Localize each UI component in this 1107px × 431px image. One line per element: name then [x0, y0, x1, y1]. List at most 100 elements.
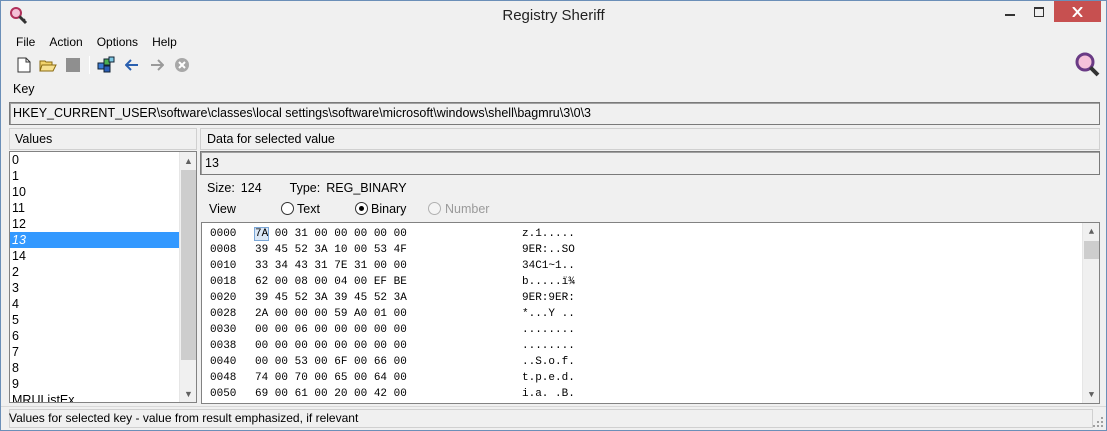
maximize-button[interactable] [1025, 1, 1052, 22]
hex-offset: 0050 [210, 388, 237, 400]
list-item[interactable]: 6 [10, 328, 180, 344]
list-item[interactable]: 12 [10, 216, 180, 232]
resize-grip-icon[interactable] [1092, 416, 1104, 428]
list-item[interactable]: 0 [10, 152, 180, 168]
size-label: Size: [207, 181, 235, 195]
hex-ascii[interactable]: z.1..... [522, 226, 622, 242]
list-item[interactable]: 2 [10, 264, 180, 280]
hex-offset: 0030 [210, 324, 237, 336]
title-bar[interactable]: Registry Sheriff [1, 1, 1106, 31]
scroll-thumb[interactable] [181, 170, 196, 360]
hex-bytes[interactable]: 2A 00 00 00 59 A0 01 00 [255, 306, 425, 322]
list-item[interactable]: MRUListEx [10, 392, 180, 402]
values-list[interactable]: 0 1 10 11 12 13 14 2 3 4 5 6 7 8 9 MRUListEx ▲ ▼ [9, 151, 197, 403]
hex-scrollbar[interactable]: ▲ ▼ [1082, 223, 1099, 403]
hex-bytes[interactable]: 00 00 53 00 6F 00 66 00 [255, 354, 425, 370]
values-items: 0 1 10 11 12 13 14 2 3 4 5 6 7 8 9 MRUListEx [10, 152, 180, 402]
hex-ascii[interactable]: 9ER:9ER: [522, 290, 622, 306]
hex-bytes[interactable]: 62 00 08 00 04 00 EF BE [255, 274, 425, 290]
hex-bytes[interactable]: 74 00 70 00 65 00 64 00 [255, 370, 425, 386]
list-item[interactable]: 7 [10, 344, 180, 360]
list-item[interactable]: 8 [10, 360, 180, 376]
values-scrollbar[interactable]: ▲ ▼ [179, 152, 196, 402]
hex-offset: 0010 [210, 260, 237, 272]
maximize-icon [1033, 6, 1044, 17]
radio-binary-label[interactable]: Binary [371, 200, 406, 218]
menu-bar: File Action Options Help [1, 32, 1106, 52]
hex-ascii[interactable]: ........ [522, 338, 622, 354]
hex-bytes[interactable]: 33 34 43 31 7E 31 00 00 [255, 258, 425, 274]
hex-ascii[interactable]: ..S.o.f. [522, 354, 622, 370]
back-arrow-icon [125, 59, 138, 71]
list-item[interactable]: 14 [10, 248, 180, 264]
hex-offset: 0020 [210, 292, 237, 304]
list-item[interactable]: 3 [10, 280, 180, 296]
list-item[interactable]: 5 [10, 312, 180, 328]
toolbar [1, 53, 1106, 77]
hex-ascii[interactable]: t.p.e.d. [522, 370, 622, 386]
selected-value-name: 13 [200, 151, 1100, 175]
registry-button[interactable] [96, 55, 116, 75]
open-button[interactable] [38, 55, 58, 75]
menu-help[interactable]: Help [145, 32, 184, 52]
hex-ascii[interactable]: *...Y .. [522, 306, 622, 322]
list-item[interactable]: 9 [10, 376, 180, 392]
list-item[interactable]: 4 [10, 296, 180, 312]
hex-offset: 0028 [210, 308, 237, 320]
close-button[interactable] [1054, 1, 1101, 22]
cancel-icon [175, 58, 189, 72]
hex-ascii[interactable]: i.a. .B. [522, 386, 622, 402]
close-icon [1072, 6, 1083, 17]
new-button[interactable] [14, 55, 34, 75]
radio-number [428, 202, 441, 215]
scroll-down-arrow-icon[interactable]: ▼ [180, 385, 196, 402]
cancel-button[interactable] [172, 55, 192, 75]
list-item[interactable]: 1 [10, 168, 180, 184]
data-header: Data for selected value [200, 128, 1100, 150]
key-path-field[interactable]: HKEY_CURRENT_USER\software\classes\local… [9, 102, 1100, 125]
radio-text[interactable] [281, 202, 294, 215]
menu-options[interactable]: Options [90, 32, 145, 52]
scroll-up-arrow-icon[interactable]: ▲ [180, 152, 196, 169]
menu-file[interactable]: File [9, 32, 42, 52]
hex-ascii[interactable]: b.....ï¾ [522, 274, 622, 290]
hex-bytes[interactable]: 39 45 52 3A 10 00 53 4F [255, 242, 425, 258]
hex-ascii[interactable]: ........ [522, 322, 622, 338]
menu-action[interactable]: Action [42, 32, 89, 52]
hex-view[interactable]: 0000 7A 00 31 00 00 00 00 00 z.1..... 0008 3… [201, 222, 1100, 404]
list-item[interactable]: 10 [10, 184, 180, 200]
hex-bytes[interactable]: 69 00 61 00 20 00 42 00 [255, 386, 425, 402]
hex-ascii[interactable]: 9ER:..SO [522, 242, 622, 258]
key-label: Key [13, 82, 35, 96]
list-item[interactable]: 11 [10, 200, 180, 216]
forward-arrow-icon [151, 59, 164, 71]
stop-button[interactable] [63, 55, 83, 75]
status-bar: Values for selected key - value from res… [1, 406, 1106, 430]
hex-offset: 0038 [210, 340, 237, 352]
radio-number-label: Number [445, 202, 490, 216]
hex-scroll-down-arrow-icon[interactable]: ▼ [1083, 386, 1099, 403]
status-text: Values for selected key - value from res… [9, 411, 359, 425]
back-button[interactable] [122, 55, 142, 75]
hex-bytes[interactable]: 7A 00 31 00 00 00 00 00 [253, 226, 425, 242]
value-info: Size: 124 Type: REG_BINARY [207, 180, 407, 196]
magnifier-icon[interactable] [1074, 51, 1100, 77]
hex-bytes[interactable]: 39 45 52 3A 39 45 52 3A [255, 290, 425, 306]
radio-text-label[interactable]: Text [297, 200, 320, 218]
hex-ascii[interactable]: 34C1~1.. [522, 258, 622, 274]
hex-offset: 0048 [210, 372, 237, 384]
hex-bytes[interactable]: 00 00 00 00 00 00 00 00 [255, 338, 425, 354]
hex-cursor[interactable]: 7A [253, 227, 270, 241]
minimize-button[interactable] [996, 1, 1024, 22]
hex-offset: 0040 [210, 356, 237, 368]
radio-binary[interactable] [355, 202, 368, 215]
minimize-icon [1005, 13, 1015, 16]
hex-bytes[interactable]: 00 00 06 00 00 00 00 00 [255, 322, 425, 338]
hex-scroll-up-arrow-icon[interactable]: ▲ [1083, 223, 1099, 240]
forward-button[interactable] [147, 55, 167, 75]
type-value: REG_BINARY [326, 181, 407, 195]
app-window: Registry Sheriff File Action Options Hel… [0, 0, 1107, 431]
list-item[interactable]: 13 [10, 232, 180, 248]
registry-cube-icon [97, 56, 115, 73]
hex-scroll-thumb[interactable] [1084, 241, 1099, 259]
